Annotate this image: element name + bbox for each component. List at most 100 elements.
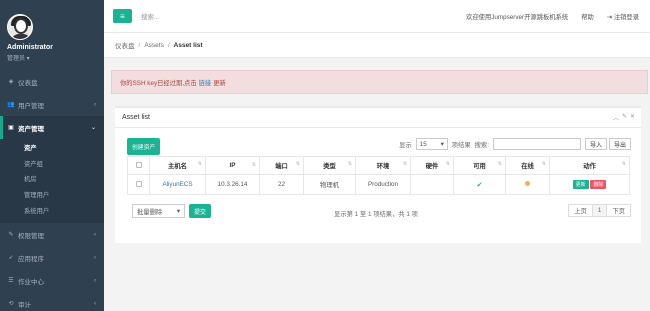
row-select-cell[interactable] — [127, 174, 150, 195]
nav-audit[interactable]: ⟲ 审计 ‹ — [0, 292, 104, 311]
nav-users[interactable]: 👥 用户管理 ‹ — [0, 93, 104, 116]
alert-link[interactable]: 链接 — [199, 78, 212, 87]
sort-icon: ⇅ — [445, 161, 450, 167]
avatar[interactable] — [7, 14, 33, 40]
chevron-left-icon: ‹ — [94, 254, 96, 261]
import-button[interactable]: 导入 — [584, 138, 607, 150]
hardware-cell — [410, 174, 454, 195]
rocket-icon: ➶ — [8, 255, 14, 262]
inbox-icon: ▣ — [8, 125, 14, 131]
type-cell: 物理机 — [303, 174, 356, 195]
col-hostname[interactable]: 主机名 ⇅ — [149, 156, 206, 175]
hamburger-icon: ≡ — [120, 11, 125, 21]
nav-assets-label: 资产管理 — [18, 125, 44, 133]
bulk-submit-button[interactable]: 提交 — [189, 204, 212, 218]
col-online[interactable]: 在线 ⇅ — [505, 156, 550, 175]
page-1-button[interactable]: 1 — [591, 204, 608, 217]
sidebar: Administrator 管理员 ▾ ◈ 仪表盘 👥 用户管理 ‹ ▣ 资产管… — [0, 0, 104, 311]
col-type[interactable]: 类型 ⇅ — [303, 156, 356, 175]
col-env[interactable]: 环境 ⇅ — [355, 156, 411, 175]
bulk-action-select[interactable]: 批量删除 ▾ — [132, 204, 185, 218]
help-link[interactable]: 帮助 — [581, 12, 594, 21]
sort-icon: ⇅ — [497, 161, 502, 167]
col-port[interactable]: 端口 ⇅ — [259, 156, 304, 175]
top-search-input[interactable]: 搜索... — [141, 11, 159, 21]
submenu-item-assets[interactable]: 资产 — [0, 141, 104, 157]
assets-submenu: 资产 资产组 机房 管理用户 系统用户 — [0, 139, 104, 224]
col-actions[interactable]: 动作 ⇅ — [549, 156, 630, 175]
close-icon[interactable]: ✕ — [630, 113, 635, 122]
alert-text-after: 更新 — [213, 79, 226, 87]
sort-icon: ⇅ — [621, 161, 626, 167]
submenu-item-system-users[interactable]: 系统用户 — [0, 204, 104, 220]
row-checkbox[interactable] — [135, 180, 142, 187]
select-all-checkbox[interactable] — [135, 161, 142, 168]
col-hardware[interactable]: 硬件 ⇅ — [410, 156, 454, 175]
check-icon: ✔ — [476, 181, 483, 189]
top-bar: ≡ 搜索... 欢迎使用Jumpserver开源跳板机系统 帮助 ⇥ 注销登录 — [104, 0, 650, 33]
collapse-icon[interactable]: ︿ — [613, 113, 619, 122]
chevron-left-icon: ‹ — [94, 231, 96, 238]
export-button[interactable]: 导出 — [608, 138, 631, 150]
nav-applications[interactable]: ➶ 应用程序 ‹ — [0, 246, 104, 269]
breadcrumb-home[interactable]: 仪表盘 — [115, 40, 135, 50]
profile-name: Administrator — [7, 44, 53, 51]
dashboard-icon: ◈ — [8, 79, 14, 85]
submenu-item-admin-users[interactable]: 管理用户 — [0, 188, 104, 204]
nav-assets[interactable]: ▣ 资产管理 ⌄ — [0, 116, 104, 139]
welcome-text: 欢迎使用Jumpserver开源跳板机系统 — [466, 13, 569, 21]
prev-page-button[interactable]: 上页 — [568, 204, 593, 217]
panel-title: Asset list — [122, 114, 151, 121]
per-page-label: 项结果 — [451, 141, 471, 149]
update-button[interactable]: 更新 — [572, 180, 589, 189]
nav-jobs-label: 作业中心 — [18, 278, 44, 286]
next-page-button[interactable]: 下页 — [606, 204, 631, 217]
col-available[interactable]: 可用 ⇅ — [453, 156, 506, 175]
edit-icon: ✎ — [8, 232, 14, 239]
page-info: 显示第 1 至 1 项结果，共 1 项 — [334, 211, 418, 218]
status-dot-icon — [525, 181, 530, 186]
delete-button[interactable]: 删除 — [590, 180, 607, 189]
logout-link[interactable]: ⇥ 注销登录 — [607, 12, 639, 21]
profile-block: Administrator 管理员 ▾ — [0, 0, 104, 70]
nav-dashboard-label: 仪表盘 — [18, 79, 38, 87]
submenu-item-asset-groups[interactable]: 资产组 — [0, 157, 104, 173]
asset-table: 主机名 ⇅ IP ⇅ 端口 ⇅ 类型 ⇅ 环境 ⇅ 硬件 ⇅ 可用 ⇅ 在线 ⇅ 动作 ⇅ Ali… — [127, 156, 630, 195]
sort-icon: ⇅ — [541, 161, 546, 167]
select-all-header[interactable] — [127, 156, 150, 175]
caret-down-icon: ▾ — [176, 207, 180, 215]
nav-permissions-label: 权限管理 — [18, 232, 44, 240]
chevron-down-icon: ⌄ — [90, 125, 96, 131]
nav-permissions[interactable]: ✎ 权限管理 ‹ — [0, 223, 104, 246]
breadcrumb-current: Asset list — [173, 41, 203, 49]
online-cell — [505, 174, 550, 195]
caret-down-icon: ▾ — [440, 140, 444, 148]
nav-users-label: 用户管理 — [18, 102, 44, 110]
alert-text: 你的SSH key已经过期,点击 — [120, 79, 197, 87]
hostname-link[interactable]: AliyunECS — [149, 174, 206, 195]
nav-audit-label: 审计 — [18, 301, 31, 309]
wrench-icon[interactable]: ✎ — [622, 113, 627, 122]
menu-toggle-button[interactable]: ≡ — [113, 9, 132, 23]
col-ip[interactable]: IP ⇅ — [205, 156, 260, 175]
nav-applications-label: 应用程序 — [18, 255, 44, 263]
page-size-select[interactable]: 15 ▾ — [415, 138, 448, 150]
asset-list-panel: Asset list ︿ ✎ ✕ 创建资产 显示 15 ▾ 项结果 搜索: 导入 … — [115, 106, 641, 243]
search-label: 搜索: — [474, 141, 489, 149]
table-row: AliyunECS 10.3.26.14 22 物理机 Production ✔… — [127, 174, 630, 195]
actions-cell: 更新 删除 — [549, 174, 630, 195]
sort-icon: ⇅ — [251, 162, 256, 168]
ip-cell: 10.3.26.14 — [205, 174, 260, 195]
table-search-input[interactable] — [492, 138, 581, 150]
ssh-key-alert: 你的SSH key已经过期,点击 链接 更新 — [111, 70, 648, 94]
sort-icon: ⇅ — [347, 161, 352, 167]
show-label: 显示 — [399, 141, 412, 149]
breadcrumb-assets[interactable]: Assets — [144, 42, 164, 49]
submenu-item-idc[interactable]: 机房 — [0, 172, 104, 188]
nav-dashboard[interactable]: ◈ 仪表盘 — [0, 70, 104, 93]
nav-jobs[interactable]: ☰ 作业中心 ‹ — [0, 269, 104, 292]
chevron-left-icon: ‹ — [94, 300, 96, 307]
breadcrumb: 仪表盘 / Assets / Asset list — [104, 33, 650, 58]
profile-role-dropdown[interactable]: 管理员 ▾ — [7, 53, 104, 62]
create-asset-button[interactable]: 创建资产 — [127, 138, 161, 155]
